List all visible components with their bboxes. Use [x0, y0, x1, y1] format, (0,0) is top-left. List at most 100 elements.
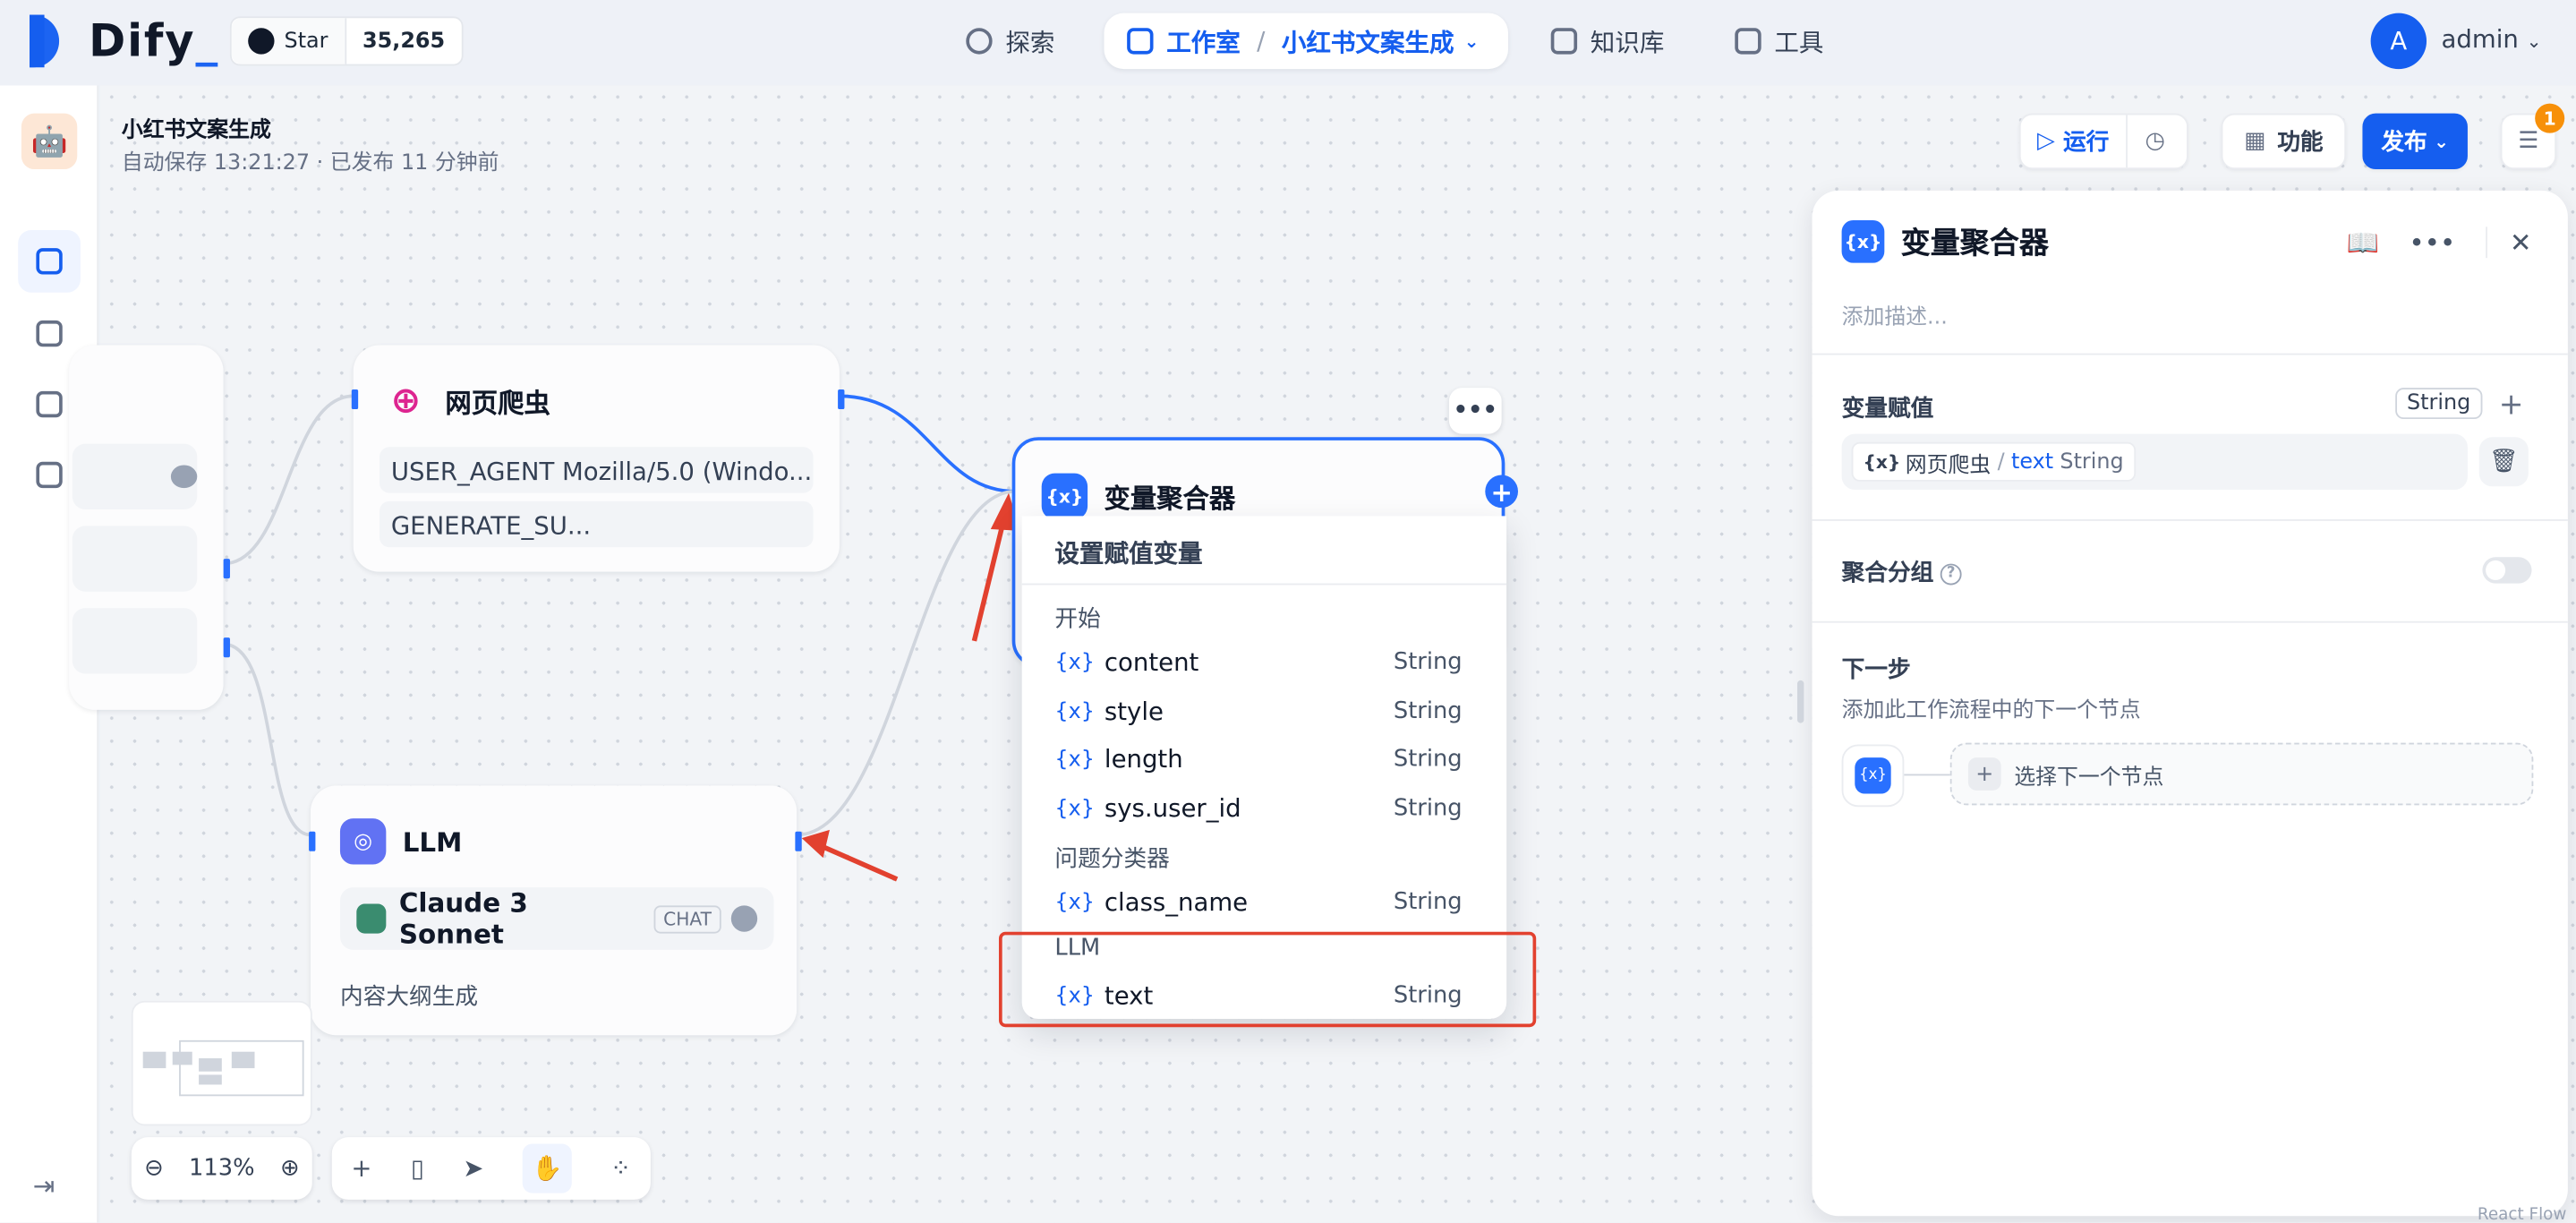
node-more-button[interactable]: ••• [1448, 388, 1502, 434]
var-name: content [1104, 647, 1199, 678]
play-icon: ▷ [2037, 128, 2055, 155]
github-icon [248, 28, 275, 55]
run-button[interactable]: ▷ 运行 [2021, 115, 2128, 168]
grid-icon: ▦ [2244, 128, 2266, 155]
node-handle[interactable] [223, 559, 230, 579]
nav-studio[interactable]: 工作室 / 小红书文案生成 ⌄ [1104, 13, 1508, 70]
more-icon[interactable]: ••• [2409, 227, 2455, 258]
assign-label: 变量赋值 [1841, 396, 1934, 423]
pointer-icon[interactable]: ➤ [463, 1154, 483, 1184]
model-name: Claude 3 Sonnet [398, 887, 528, 950]
file-list-icon [36, 390, 63, 418]
picker-var-option[interactable]: {x} style String [1054, 690, 1462, 733]
variable-icon: {x} [1054, 889, 1095, 915]
picker-var-option[interactable]: {x} length String [1054, 738, 1462, 781]
variable-icon: {x} [1855, 757, 1891, 794]
minimap[interactable] [131, 1000, 312, 1126]
layout-icon[interactable]: ⁘ [610, 1154, 631, 1184]
close-icon[interactable]: ✕ [2485, 227, 2532, 259]
nav-explore[interactable]: 探索 [966, 13, 1054, 69]
nav-current-app[interactable]: 小红书文案生成 [1282, 24, 1454, 59]
description-input[interactable]: 添加描述... [1842, 299, 1948, 330]
select-next-node-button[interactable]: + 选择下一个节点 [1949, 742, 2534, 806]
app-title: 小红书文案生成 [121, 118, 271, 143]
nav-knowledge-label: 知识库 [1590, 27, 1665, 57]
nav-knowledge[interactable]: 知识库 [1550, 13, 1665, 69]
var-name: text [2010, 449, 2054, 475]
zoom-in-icon[interactable]: ⊕ [280, 1155, 300, 1181]
features-button[interactable]: ▦ 功能 [2221, 113, 2347, 170]
variable-icon: {x} [1863, 450, 1901, 473]
chevron-down-icon: ⌄ [1463, 30, 1480, 52]
avatar[interactable]: A [2370, 13, 2427, 70]
current-node-icon: {x} [1841, 744, 1905, 808]
chevron-down-icon: ⌄ [2434, 130, 2450, 152]
collapse-sidebar-icon[interactable]: ⇥ [33, 1170, 55, 1202]
variable-icon: {x} [1054, 649, 1095, 675]
checklist-badge: 1 [2535, 103, 2565, 133]
nav-tools[interactable]: 工具 [1735, 13, 1823, 69]
start-field [72, 526, 198, 592]
book-open-icon[interactable]: 📖 [2347, 227, 2380, 258]
github-star-button[interactable]: Star 35,265 [229, 16, 464, 66]
group-setting: 聚合分组? [1842, 555, 1962, 588]
node-title: 网页爬虫 [445, 388, 550, 420]
variable-icon: {x} [1054, 796, 1095, 821]
var-name: style [1104, 697, 1164, 727]
web-scraper-node[interactable]: ⊕ 网页爬虫 USER_AGENT Mozilla/5.0 (Windo... … [351, 345, 845, 572]
user-menu[interactable]: admin ⌄ [2442, 25, 2542, 55]
zoom-level[interactable]: 113% [189, 1155, 254, 1181]
group-toggle[interactable] [2482, 557, 2532, 584]
node-config-panel: {x} 变量聚合器 📖 ••• ✕ 添加描述... 变量赋值 String + … [1812, 190, 2568, 1217]
react-flow-attribution[interactable]: React Flow [2478, 1206, 2567, 1222]
add-node-icon[interactable]: + [351, 1154, 371, 1184]
output-type-chip[interactable]: String [2395, 388, 2483, 420]
note-icon[interactable]: ▯ [411, 1154, 424, 1184]
picker-var-option[interactable]: {x} class_name String [1054, 881, 1462, 924]
assigned-variable-field[interactable]: {x} 网页爬虫 / text String [1841, 433, 2468, 490]
panel-title[interactable]: 变量聚合器 [1901, 220, 2049, 263]
explore-icon [966, 28, 993, 55]
dify-logo[interactable]: Dify_ [30, 14, 219, 68]
add-variable-icon[interactable]: + [2499, 388, 2524, 423]
hand-icon[interactable]: ✋ [522, 1143, 572, 1193]
start-node[interactable] [69, 345, 230, 710]
node-param: GENERATE_SU... [380, 500, 814, 548]
next-select-label: 选择下一个节点 [2014, 765, 2164, 790]
user-name: admin [2441, 24, 2519, 55]
vision-eye-icon [730, 905, 758, 932]
publish-button[interactable]: 发布 ⌄ [2362, 113, 2468, 170]
top-navbar: Dify_ Star 35,265 探索 工作室 / 小红书文案生成 ⌄ 知识库… [0, 0, 2576, 86]
checklist-icon: ☰ [2518, 128, 2539, 155]
node-handle[interactable] [795, 831, 802, 851]
group-label: 聚合分组 [1841, 560, 1934, 587]
trash-icon[interactable]: 🗑 [2478, 437, 2529, 487]
github-star-label: Star [284, 29, 328, 54]
variable-icon: {x} [1841, 219, 1885, 263]
sidebar-item-orchestrate[interactable] [18, 229, 81, 293]
node-handle[interactable] [351, 389, 359, 410]
book-icon [1550, 28, 1578, 55]
zoom-out-icon[interactable]: ⊖ [144, 1155, 164, 1181]
help-icon[interactable]: ? [1940, 562, 1962, 585]
add-next-node-button[interactable]: + [1485, 475, 1519, 509]
var-source-node: 网页爬虫 [1905, 452, 1992, 478]
app-icon[interactable]: 🤖 [21, 113, 78, 170]
globe-icon: ⊕ [390, 380, 422, 422]
panel-resize-handle[interactable] [1797, 680, 1804, 723]
llm-node[interactable]: ◎ LLM Claude 3 Sonnet CHAT 内容大纲生成 [309, 785, 802, 1036]
node-handle[interactable] [309, 831, 316, 851]
model-mode-chip: CHAT [653, 904, 721, 933]
picker-var-option[interactable]: {x} content String [1054, 641, 1462, 684]
node-handle[interactable] [223, 637, 230, 658]
divider [1812, 519, 2568, 521]
nav-explore-label: 探索 [1005, 27, 1055, 57]
picker-var-option[interactable]: {x} sys.user_id String [1054, 787, 1462, 830]
zoom-controls: ⊖ 113% ⊕ [131, 1137, 312, 1200]
sidebar-item-api[interactable] [18, 303, 81, 365]
chevron-down-icon: ⌄ [2526, 30, 2542, 53]
var-type: String [1393, 746, 1463, 773]
node-handle[interactable] [838, 389, 845, 410]
dify-logo-icon [30, 14, 73, 68]
history-icon[interactable]: ◷ [2128, 128, 2183, 154]
